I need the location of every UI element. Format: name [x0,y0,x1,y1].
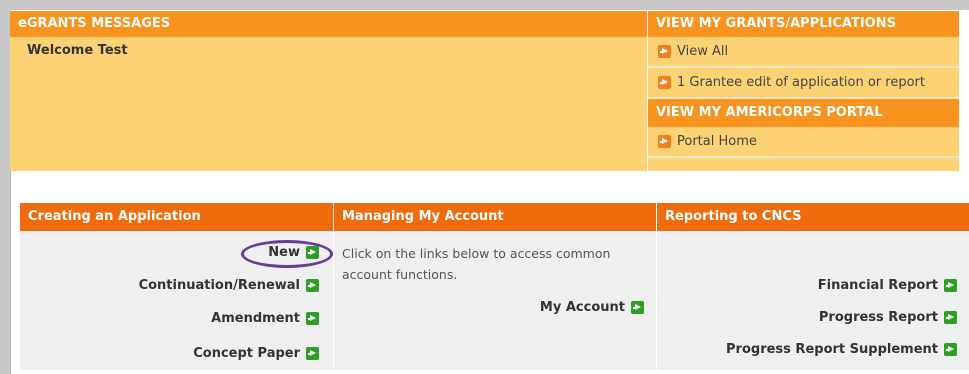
financial-report-link[interactable]: Financial Report [818,278,957,293]
americorps-portal-header: VIEW MY AMERICORPS PORTAL [648,99,959,127]
continuation-renewal-label: Continuation/Renewal [138,278,300,293]
managing-account-panel: Managing My Account Click on the links b… [334,203,656,370]
view-all-label: View All [677,44,729,59]
arrow-right-icon [658,45,671,58]
amendment-label: Amendment [211,311,300,326]
progress-report-label: Progress Report [818,310,938,325]
amendment-link[interactable]: Amendment [211,311,319,326]
welcome-message: Welcome Test [27,43,128,58]
highlight-circle [241,240,333,268]
creating-application-panel: Creating an Application New Continuation… [20,203,333,370]
my-account-label: My Account [539,300,625,315]
continuation-renewal-link[interactable]: Continuation/Renewal [139,278,319,293]
arrow-right-icon [306,347,319,360]
concept-paper-label: Concept Paper [193,346,300,361]
portal-home-link[interactable]: Portal Home [648,127,959,158]
arrow-right-icon [944,343,957,356]
egrants-messages-header: eGRANTS MESSAGES [10,11,647,37]
arrow-right-icon [944,311,957,324]
arrow-right-icon [306,312,319,325]
grantee-edit-label: 1 Grantee edit of application or report [677,75,925,90]
my-account-link[interactable]: My Account [540,300,644,315]
financial-report-label: Financial Report [817,278,938,293]
arrow-right-icon [658,76,671,89]
arrow-right-icon [306,279,319,292]
reporting-cncs-panel: Reporting to CNCS Financial Report Progr… [657,203,969,370]
account-description: Click on the links below to access commo… [342,246,611,282]
progress-report-supplement-link[interactable]: Progress Report Supplement [726,342,957,357]
concept-paper-link[interactable]: Concept Paper [193,346,319,361]
grants-applications-panel: VIEW MY GRANTS/APPLICATIONS View All 1 G… [648,11,959,171]
arrow-right-icon [944,279,957,292]
progress-report-supplement-label: Progress Report Supplement [726,342,938,357]
grants-applications-header: VIEW MY GRANTS/APPLICATIONS [648,11,959,37]
reporting-cncs-header: Reporting to CNCS [657,203,969,231]
creating-application-header: Creating an Application [20,203,333,231]
arrow-right-icon [631,301,644,314]
egrants-messages-panel: eGRANTS MESSAGES Welcome Test [10,11,647,171]
portal-home-label: Portal Home [677,134,757,149]
progress-report-link[interactable]: Progress Report [819,310,957,325]
view-all-link[interactable]: View All [648,37,959,68]
managing-account-header: Managing My Account [334,203,656,231]
arrow-right-icon [658,135,671,148]
grantee-edit-link[interactable]: 1 Grantee edit of application or report [648,68,959,99]
